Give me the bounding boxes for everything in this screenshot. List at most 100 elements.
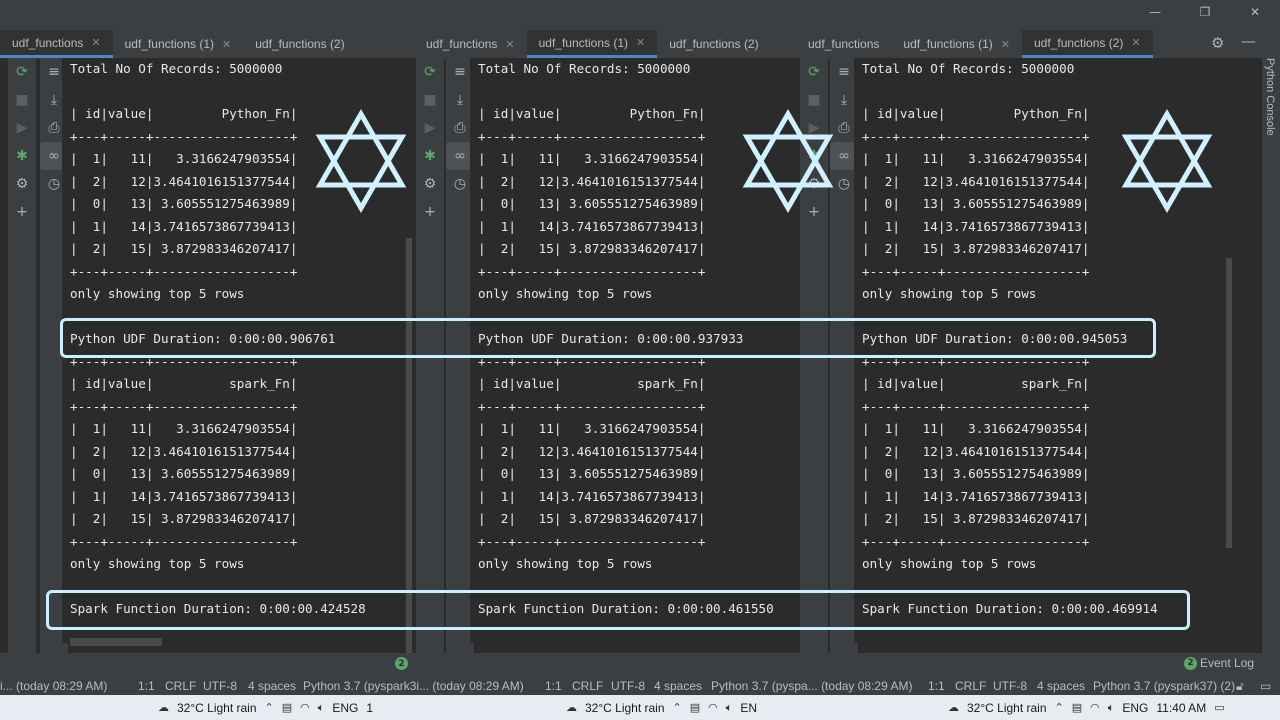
close-tab-icon[interactable]: ✕	[91, 36, 100, 49]
status-left-fragment: i... (today 08:29 AM)	[0, 679, 108, 693]
gear-icon[interactable]: ⚙	[416, 170, 444, 198]
weather-text[interactable]: 32°C Light rain	[585, 701, 665, 715]
restore-button[interactable]: ❐	[1180, 0, 1230, 24]
plus-icon[interactable]: +	[416, 198, 444, 226]
console-line: | 2| 12|3.4641016151377544|	[70, 443, 298, 459]
gear-icon[interactable]: ⚙	[1211, 34, 1224, 52]
tab-udf-functions[interactable]: udf_functions	[796, 30, 891, 58]
close-button[interactable]: ✕	[1230, 0, 1280, 24]
rerun-icon[interactable]: ⟳	[416, 58, 444, 86]
rerun-icon[interactable]: ⟳	[8, 58, 36, 86]
windows-taskbar: ☁ 32°C Light rain ⌃ ▤ ◠ 🔈︎ ENG 1 ☁ 32°C …	[0, 695, 1280, 720]
volume-icon[interactable]: 🔈︎	[1108, 701, 1115, 715]
weather-icon[interactable]: ☁	[566, 701, 577, 714]
show-hidden-icon[interactable]: ⌃	[673, 701, 682, 714]
network-icon[interactable]: ▤	[690, 701, 700, 714]
gear-icon[interactable]: ⚙	[8, 170, 36, 198]
console-line: | 1| 14|3.7416573867739413|	[862, 218, 1090, 234]
console-line: | 2| 15| 3.872983346207417|	[70, 241, 298, 256]
indent-setting[interactable]: 4 spaces	[1037, 679, 1085, 693]
volume-icon[interactable]: 🔈︎	[318, 701, 325, 715]
wifi-icon[interactable]: ◠	[300, 701, 310, 714]
console-line: | 2| 15| 3.872983346207417|	[478, 511, 706, 526]
tab-udf-functions[interactable]: udf_functions ✕	[414, 30, 527, 58]
resume-icon[interactable]: ▶	[8, 114, 36, 142]
volume-icon[interactable]: 🔈︎	[726, 701, 733, 715]
indent-setting[interactable]: 4 spaces	[654, 679, 702, 693]
console-line: | 1| 11| 3.3166247903554|	[70, 421, 298, 436]
file-encoding[interactable]: UTF-8	[993, 679, 1027, 693]
file-encoding[interactable]: UTF-8	[203, 679, 237, 693]
interpreter[interactable]: Python 3.7 (pyspark37) (2)	[1093, 679, 1235, 693]
caret-position[interactable]: 1:1	[138, 679, 155, 693]
weather-text[interactable]: 32°C Light rain	[177, 701, 257, 715]
python-console-label[interactable]: Python Console	[1264, 58, 1276, 136]
notification-badge[interactable]: 2	[395, 657, 408, 670]
caret-position[interactable]: 1:1	[928, 679, 945, 693]
close-tab-icon[interactable]: ✕	[222, 38, 231, 51]
bug-icon[interactable]: ✱	[416, 142, 444, 170]
close-tab-icon[interactable]: ✕	[1131, 36, 1140, 49]
console-line: +---+-----+------------------+	[478, 263, 706, 279]
weather-icon[interactable]: ☁	[158, 701, 169, 714]
stop-icon[interactable]: ■	[8, 86, 36, 114]
close-tab-icon[interactable]: ✕	[636, 36, 645, 49]
tab-udf-functions-1[interactable]: udf_functions (1) ✕	[526, 30, 658, 58]
wifi-icon[interactable]: ◠	[1090, 701, 1100, 714]
line-separator[interactable]: CRLF	[572, 679, 603, 693]
tab-udf-functions-1[interactable]: udf_functions (1) ✕	[113, 30, 244, 58]
show-hidden-icon[interactable]: ⌃	[265, 701, 274, 714]
tab-udf-functions-2[interactable]: udf_functions (2)	[657, 30, 770, 58]
console-line: only showing top 5 rows	[70, 556, 245, 571]
line-separator[interactable]: CRLF	[955, 679, 986, 693]
show-hidden-icon[interactable]: ⌃	[1055, 701, 1064, 714]
line-separator[interactable]: CRLF	[165, 679, 196, 693]
interpreter[interactable]: Python 3.7 (pyspark3i... (today 08:29 AM…	[303, 679, 524, 693]
event-log[interactable]: 2 Event Log	[1184, 656, 1254, 670]
vertical-scrollbar[interactable]	[1226, 258, 1232, 548]
event-log-label: Event Log	[1200, 656, 1255, 670]
lock-icon[interactable]: 🔓︎	[1236, 679, 1244, 694]
status-bar: 2 2 Event Log i... (today 08:29 AM) 1:1 …	[0, 653, 1280, 695]
resume-icon[interactable]: ▶	[416, 114, 444, 142]
clock[interactable]: 11:40 AM	[1156, 701, 1206, 715]
tab-udf-functions-1[interactable]: udf_functions (1) ✕	[891, 30, 1022, 58]
caret-position[interactable]: 1:1	[545, 679, 562, 693]
python-udf-duration-highlight	[60, 318, 1156, 358]
interpreter[interactable]: Python 3.7 (pyspa... (today 08:29 AM)	[711, 679, 912, 693]
bug-icon[interactable]: ✱	[8, 142, 36, 170]
minimize-button[interactable]: —	[1130, 0, 1180, 24]
indent-setting[interactable]: 4 spaces	[248, 679, 296, 693]
language-indicator[interactable]: ENG	[1122, 701, 1148, 715]
notification-count[interactable]: 1	[366, 701, 373, 715]
stop-icon[interactable]: ■	[416, 86, 444, 114]
close-tab-icon[interactable]: ✕	[1001, 38, 1010, 51]
tab-label: udf_functions	[426, 37, 498, 51]
file-encoding[interactable]: UTF-8	[611, 679, 645, 693]
tab-udf-functions-2[interactable]: udf_functions (2)	[243, 30, 356, 58]
close-tab-icon[interactable]: ✕	[505, 38, 514, 51]
run-toolbar-1: ⟳ ■ ▶ ✱ ⚙ +	[8, 58, 36, 653]
console-line: only showing top 5 rows	[70, 286, 245, 301]
rerun-icon[interactable]: ⟳	[800, 58, 828, 86]
minus-icon[interactable]: —	[1241, 32, 1256, 50]
weather-text[interactable]: 32°C Light rain	[967, 701, 1047, 715]
console-line: | 1| 14|3.7416573867739413|	[862, 488, 1090, 504]
network-icon[interactable]: ▤	[1072, 701, 1082, 714]
notification-center-icon[interactable]: ▭	[1214, 701, 1224, 714]
tab-udf-functions[interactable]: udf_functions ✕	[0, 30, 113, 58]
horizontal-scrollbar[interactable]	[70, 638, 162, 646]
console-line: | 2| 15| 3.872983346207417|	[70, 511, 298, 526]
tray-icon[interactable]: ▭	[1260, 679, 1271, 693]
network-icon[interactable]: ▤	[282, 701, 292, 714]
language-indicator[interactable]: ENG	[332, 701, 358, 715]
language-indicator[interactable]: EN	[740, 701, 757, 715]
console-line: +---+-----+------------------+	[862, 263, 1090, 279]
console-line: | 2| 15| 3.872983346207417|	[478, 241, 706, 256]
wifi-icon[interactable]: ◠	[708, 701, 718, 714]
console-line: Total No Of Records: 5000000	[862, 61, 1075, 76]
weather-icon[interactable]: ☁	[948, 701, 959, 714]
plus-icon[interactable]: +	[8, 198, 36, 226]
tab-udf-functions-2[interactable]: udf_functions (2) ✕	[1022, 30, 1153, 58]
